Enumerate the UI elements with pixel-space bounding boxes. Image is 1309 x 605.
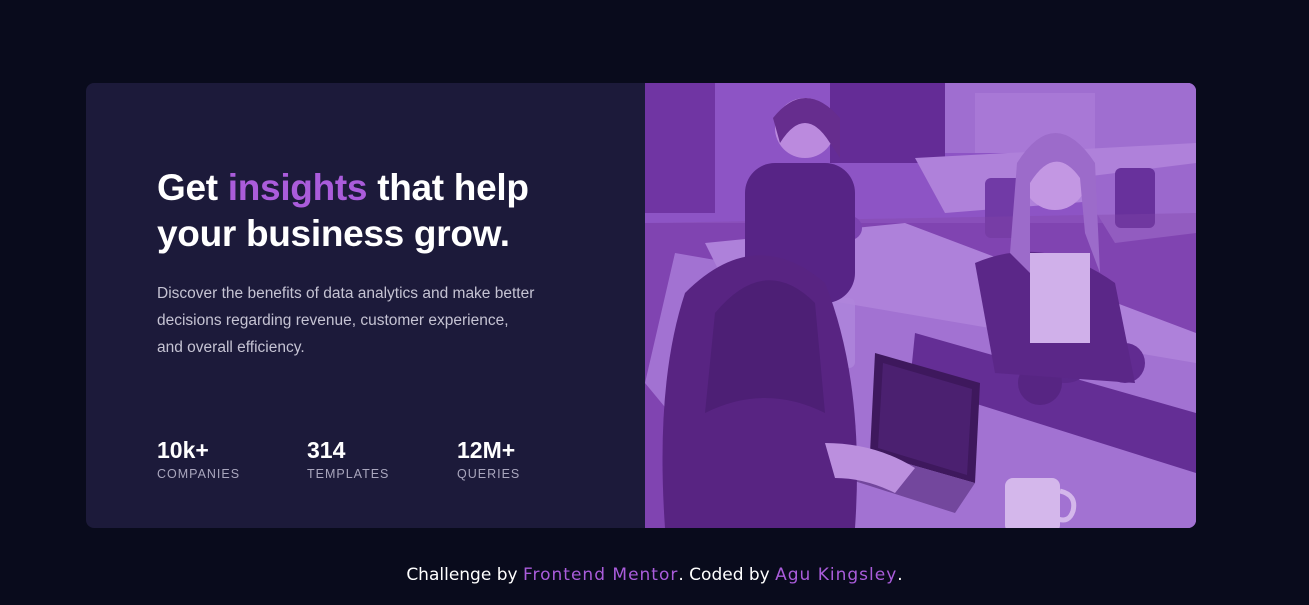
stat-value: 10k+ xyxy=(157,437,209,463)
headline-accent-word: insights xyxy=(227,167,368,208)
headline: Get insights that help your business gro… xyxy=(157,165,577,257)
stat-queries: 12M+ QUERIES xyxy=(457,436,607,483)
footer-suffix: . xyxy=(897,565,903,585)
frontend-mentor-link[interactable]: Frontend Mentor xyxy=(523,565,678,585)
stat-value: 314 xyxy=(307,437,346,463)
card-content: Get insights that help your business gro… xyxy=(86,83,645,528)
stat-templates: 314 TEMPLATES xyxy=(307,436,457,483)
stat-label: COMPANIES xyxy=(157,467,241,481)
author-link[interactable]: Agu Kingsley xyxy=(775,565,897,585)
stat-label: TEMPLATES xyxy=(307,467,390,481)
headline-text-start: Get xyxy=(157,167,228,208)
footer-prefix: Challenge by xyxy=(406,565,523,585)
stat-label: QUERIES xyxy=(457,467,521,481)
stat-companies: 10k+ COMPANIES xyxy=(157,436,307,483)
footer-middle: . Coded by xyxy=(678,565,776,585)
attribution-footer: Challenge by Frontend Mentor. Coded by A… xyxy=(0,561,1309,589)
stats-row: 10k+ COMPANIES 314 TEMPLATES 12M+ QUERIE… xyxy=(157,436,607,483)
stats-preview-card: Get insights that help your business gro… xyxy=(86,83,1196,528)
photo-illustration xyxy=(645,83,1196,528)
card-description: Discover the benefits of data analytics … xyxy=(157,285,535,356)
stat-value: 12M+ xyxy=(457,437,516,463)
office-workers-photo xyxy=(645,83,1196,528)
